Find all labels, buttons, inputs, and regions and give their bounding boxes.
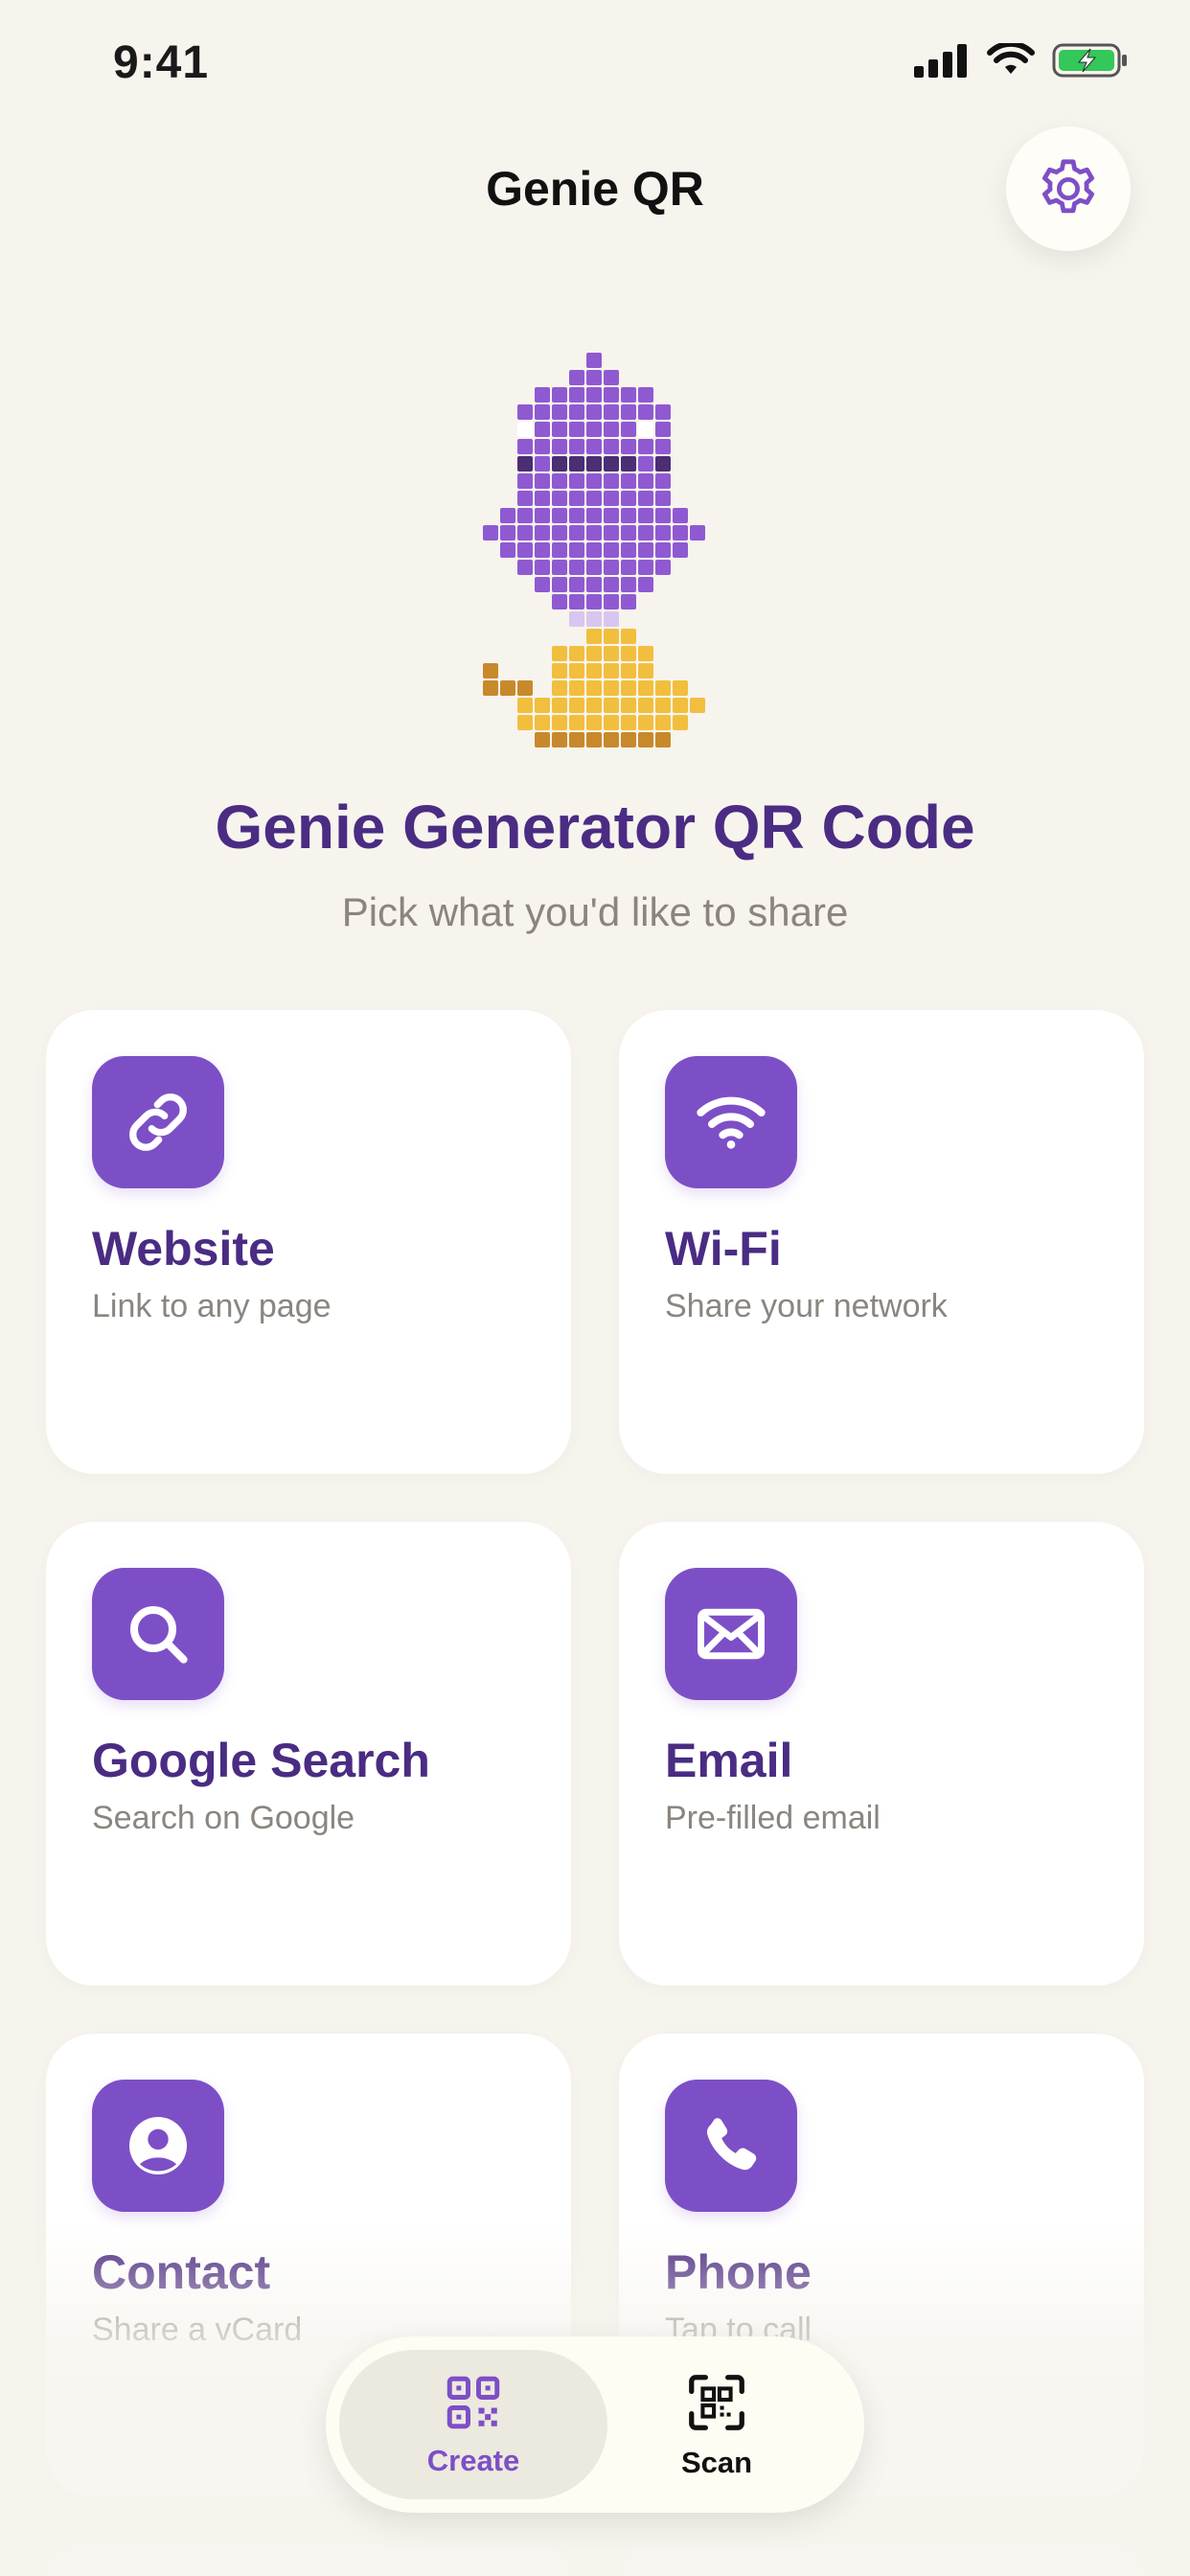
email-card[interactable]: Email Pre-filled email [619, 1522, 1144, 1986]
card-subtitle: Link to any page [92, 1288, 332, 1324]
status-icons [914, 42, 1129, 79]
card-subtitle: Share a vCard [92, 2312, 303, 2348]
next-card-right[interactable] [619, 2545, 1144, 2576]
gear-icon [1042, 159, 1094, 214]
wifi-status-icon [987, 43, 1035, 74]
phone-icon-tile [665, 2080, 797, 2212]
tab-create[interactable]: Create [339, 2350, 607, 2499]
person-icon [129, 2117, 187, 2174]
phone-icon [706, 2118, 757, 2171]
link-icon [129, 1093, 187, 1151]
website-icon-tile [92, 1056, 224, 1188]
settings-button[interactable] [1006, 126, 1131, 251]
wifi-icon-tile [665, 1056, 797, 1188]
status-bar: 9:41 [0, 0, 1190, 134]
hero-subtitle: Pick what you'd like to share [341, 889, 849, 934]
card-title: Google Search [92, 1734, 430, 1787]
status-time: 9:41 [113, 37, 210, 88]
card-title: Contact [92, 2245, 271, 2299]
card-subtitle: Search on Google [92, 1800, 355, 1836]
tab-bar: Create Scan [326, 2336, 864, 2513]
card-title: Phone [665, 2245, 812, 2299]
card-subtitle: Share your network [665, 1288, 948, 1324]
search-icon [130, 1606, 188, 1664]
qr-scan-icon [689, 2375, 744, 2430]
google-search-card[interactable]: Google Search Search on Google [46, 1522, 571, 1986]
tab-scan[interactable]: Scan [583, 2350, 851, 2499]
tab-label: Scan [680, 2446, 753, 2479]
email-icon-tile [665, 1568, 797, 1700]
cellular-signal-icon [914, 44, 967, 78]
wifi-icon [697, 1096, 766, 1149]
genie-mascot-illustration [483, 353, 705, 748]
card-subtitle: Pre-filled email [665, 1800, 881, 1836]
envelope-icon [698, 1608, 765, 1660]
qr-code-icon [446, 2376, 500, 2429]
website-card[interactable]: Website Link to any page [46, 1010, 571, 1474]
tab-label: Create [426, 2444, 520, 2477]
card-title: Email [665, 1734, 793, 1787]
contact-icon-tile [92, 2080, 224, 2212]
card-title: Website [92, 1222, 275, 1276]
next-card-left[interactable] [46, 2545, 571, 2576]
battery-charging-icon [1052, 43, 1127, 78]
hero-title: Genie Generator QR Code [215, 793, 975, 862]
card-title: Wi-Fi [665, 1222, 782, 1276]
search-icon-tile [92, 1568, 224, 1700]
wifi-card[interactable]: Wi-Fi Share your network [619, 1010, 1144, 1474]
